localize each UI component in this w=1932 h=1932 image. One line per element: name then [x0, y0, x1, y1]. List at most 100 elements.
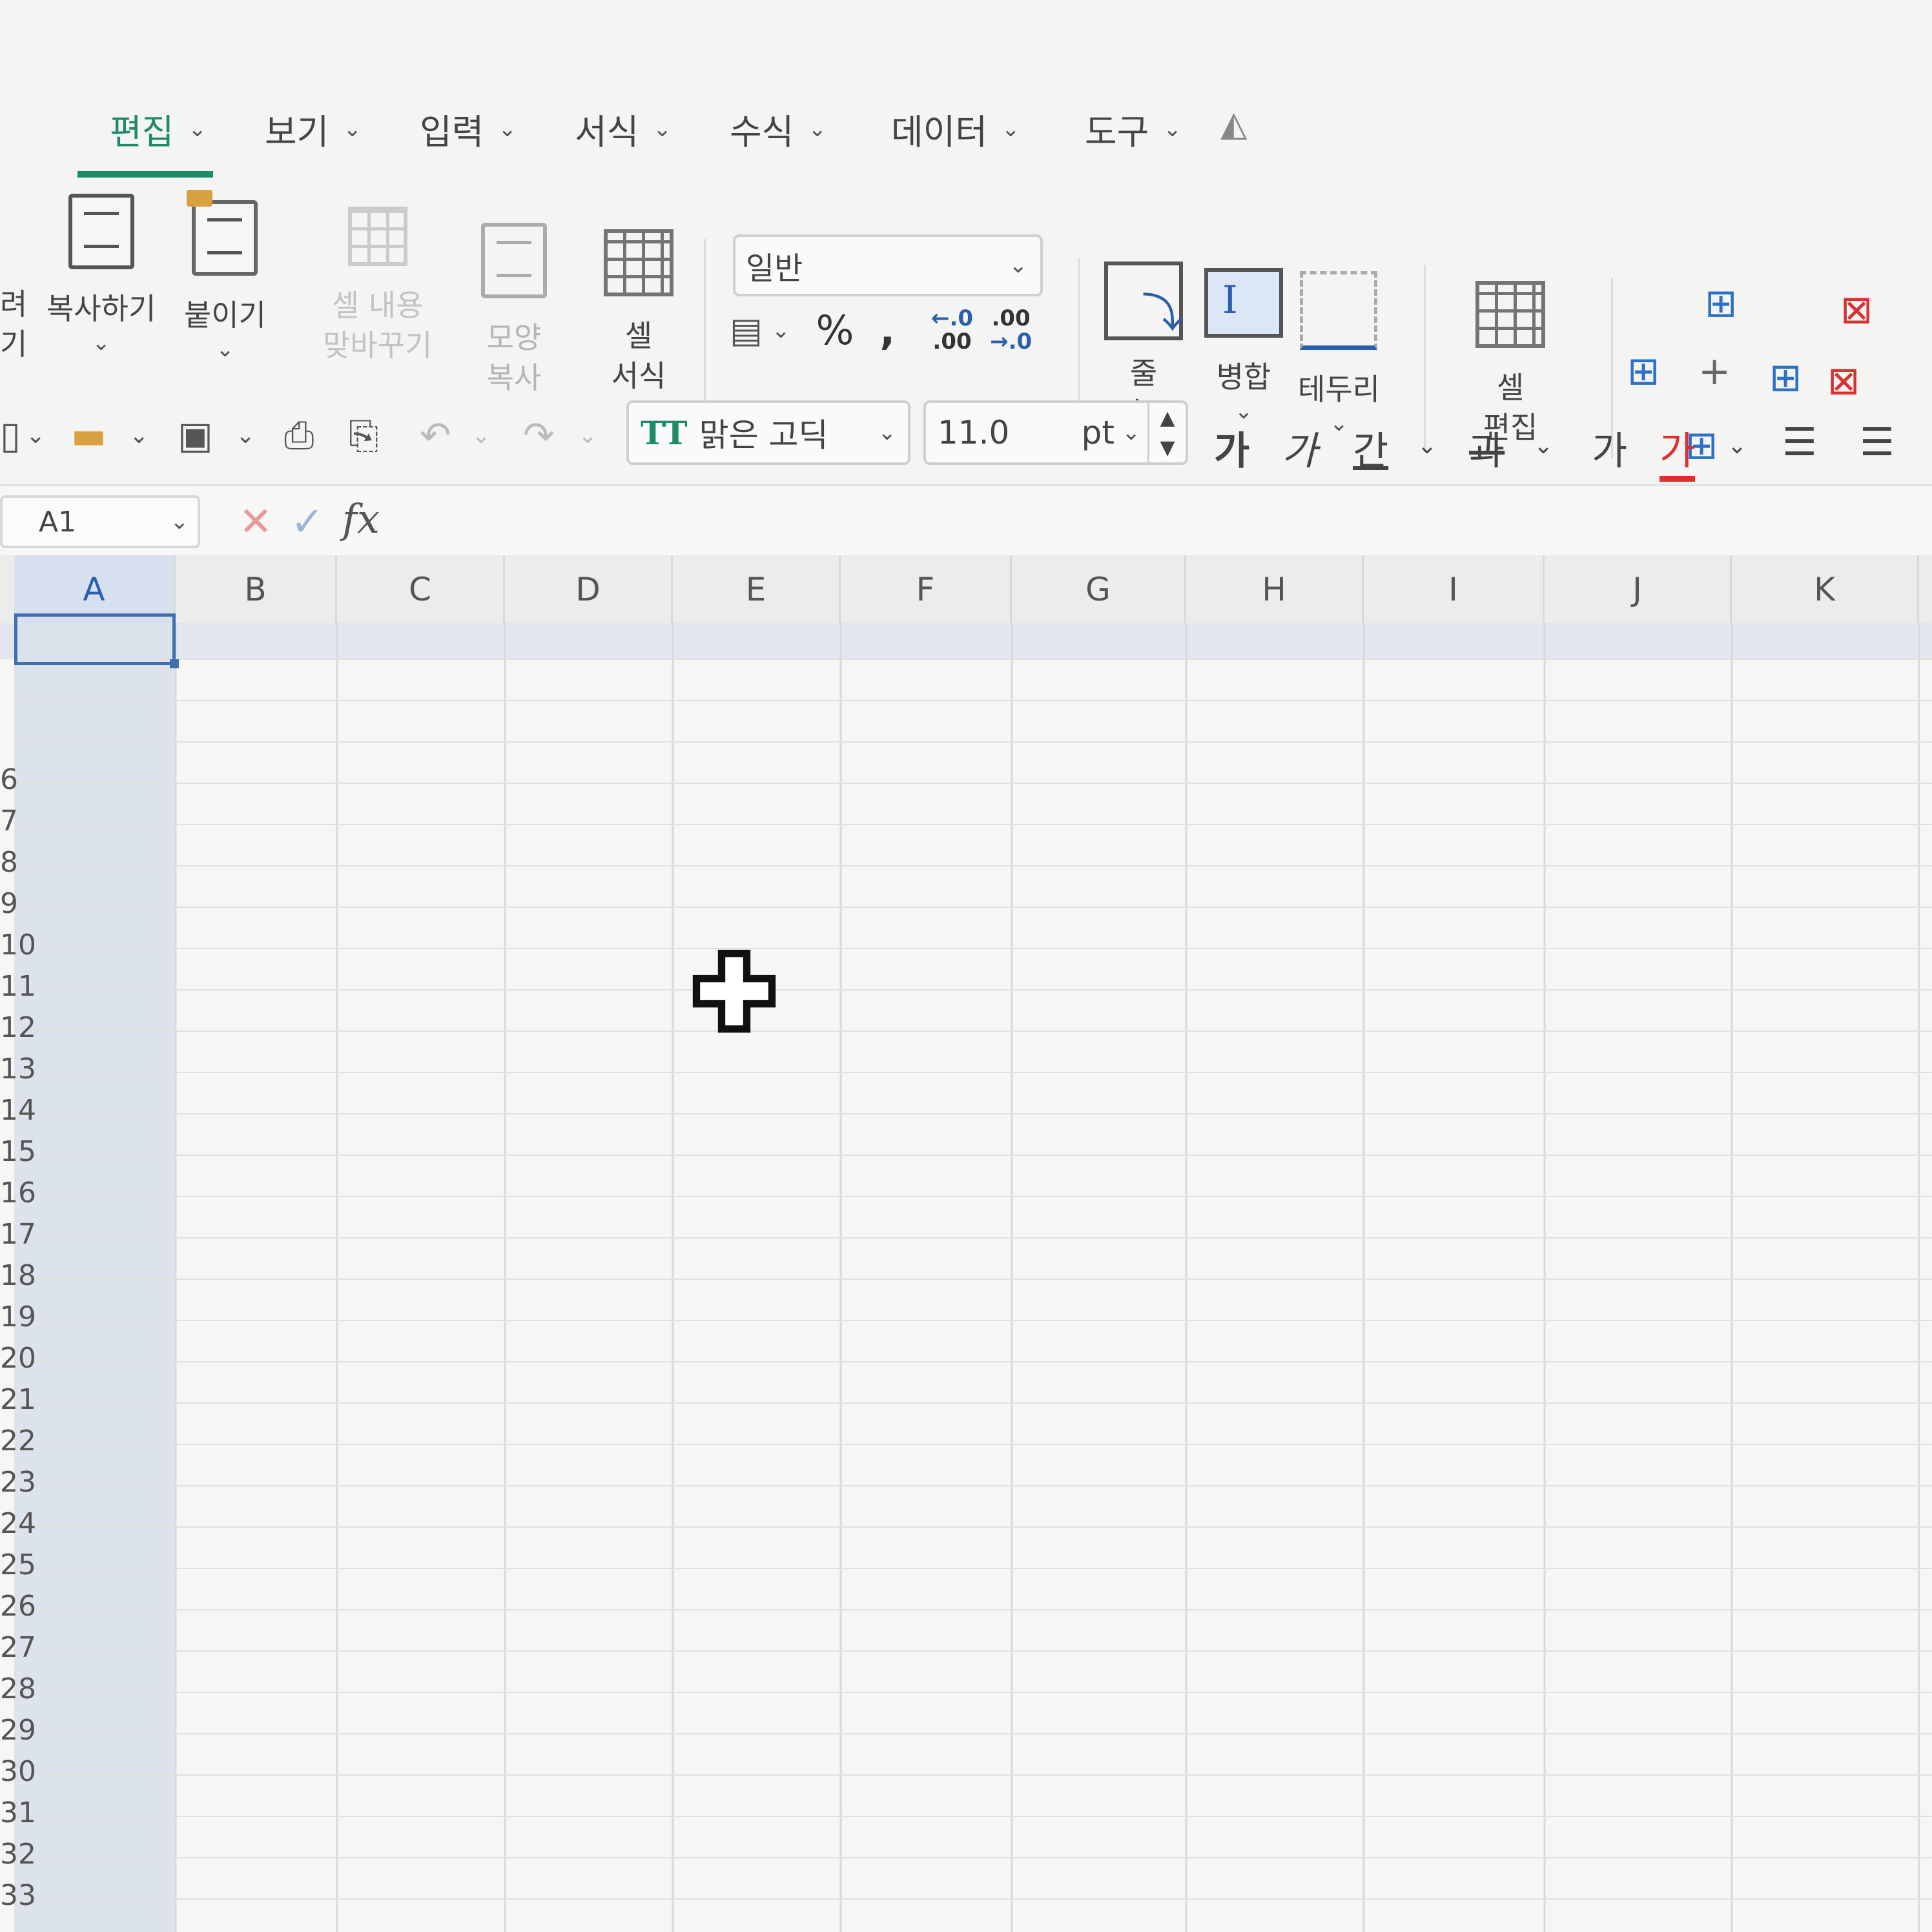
- row-header[interactable]: 26: [0, 1585, 58, 1627]
- align-center-icon[interactable]: ☰: [1860, 420, 1895, 465]
- row-header[interactable]: 15: [0, 1131, 58, 1172]
- redo-icon[interactable]: ↷: [523, 413, 555, 457]
- row-header[interactable]: 21: [0, 1379, 58, 1420]
- row-header[interactable]: 27: [0, 1627, 58, 1668]
- chevron-down-icon[interactable]: ⌄: [1727, 433, 1747, 459]
- row-header[interactable]: 25: [0, 1544, 58, 1585]
- row-header[interactable]: 13: [0, 1048, 58, 1089]
- chevron-down-icon[interactable]: ⌄: [236, 422, 255, 449]
- font-size-select[interactable]: 11.0 pt ⌄ ▲ ▼: [923, 400, 1188, 465]
- underline-button[interactable]: 간: [1353, 420, 1388, 476]
- font-name-select[interactable]: TT 맑은 고딕 ⌄: [626, 400, 910, 465]
- strikethrough-button[interactable]: 과: [1469, 420, 1505, 476]
- superscript-button[interactable]: 가: [1592, 420, 1627, 476]
- row-header[interactable]: 11: [0, 965, 58, 1007]
- increase-decimal-button[interactable]: ←.0.00: [931, 307, 973, 353]
- confirm-icon[interactable]: ✓: [291, 498, 324, 545]
- format-painter-button[interactable]: 모양 복사: [481, 223, 547, 398]
- column-header-e[interactable]: E: [673, 555, 841, 623]
- row-header[interactable]: 33: [0, 1875, 58, 1916]
- row-header[interactable]: 9: [0, 883, 58, 924]
- italic-button[interactable]: 가: [1282, 420, 1317, 476]
- row-header[interactable]: 12: [0, 1007, 58, 1048]
- row-header[interactable]: 23: [0, 1461, 58, 1503]
- swap-cells-button[interactable]: 셀 내용 맞바꾸기: [323, 207, 432, 365]
- insert-column-left-icon[interactable]: ⊞: [1627, 349, 1660, 394]
- row-header[interactable]: 19: [0, 1296, 58, 1337]
- tab-tools[interactable]: 도구 ⌄: [1085, 103, 1182, 154]
- comma-button[interactable]: ,: [879, 307, 895, 354]
- column-header-i[interactable]: I: [1364, 555, 1545, 623]
- insert-icon[interactable]: +: [1698, 349, 1731, 394]
- row-header[interactable]: 24: [0, 1503, 58, 1544]
- row-header[interactable]: 17: [0, 1213, 58, 1255]
- delete-column-icon[interactable]: ⊠: [1827, 358, 1860, 404]
- chevron-down-icon[interactable]: ▼: [1160, 437, 1175, 459]
- copy-button[interactable]: 복사하기 ⌄: [46, 194, 156, 358]
- function-icon[interactable]: fx: [342, 495, 380, 542]
- row-header[interactable]: 6: [0, 759, 58, 800]
- row-header[interactable]: 29: [0, 1709, 58, 1751]
- row-header[interactable]: 10: [0, 924, 58, 965]
- selected-cell-a1[interactable]: [14, 613, 179, 668]
- chevron-up-icon[interactable]: ▲: [1160, 407, 1175, 429]
- paste-button[interactable]: 붙이기 ⌄: [184, 190, 266, 365]
- save-icon[interactable]: ▣: [178, 413, 213, 457]
- chevron-down-icon[interactable]: ⌄: [129, 422, 149, 449]
- undo-icon[interactable]: ↶: [420, 413, 451, 457]
- row-header[interactable]: 8: [0, 841, 58, 883]
- row-header[interactable]: 7: [0, 800, 58, 841]
- chevron-down-icon[interactable]: ⌄: [26, 422, 45, 449]
- open-folder-icon[interactable]: ▬: [71, 413, 107, 457]
- row-header[interactable]: 14: [0, 1089, 58, 1131]
- row-header[interactable]: 20: [0, 1337, 58, 1379]
- formula-input[interactable]: [400, 495, 1932, 548]
- font-color-button[interactable]: 가: [1660, 420, 1696, 482]
- delete-row-icon[interactable]: ⊠: [1840, 287, 1873, 333]
- tab-view[interactable]: 보기 ⌄: [265, 103, 362, 154]
- row-header[interactable]: 31: [0, 1792, 58, 1833]
- bold-button[interactable]: 가: [1214, 420, 1249, 476]
- shapes-icon[interactable]: ◭: [1220, 103, 1248, 144]
- tab-format[interactable]: 서식 ⌄: [575, 103, 672, 154]
- tab-insert[interactable]: 입력 ⌄: [420, 103, 517, 154]
- font-size-stepper[interactable]: ▲ ▼: [1147, 403, 1186, 462]
- column-header-c[interactable]: C: [337, 555, 505, 623]
- tab-data[interactable]: 데이터 ⌄: [891, 103, 1020, 154]
- row-header[interactable]: 16: [0, 1172, 58, 1213]
- chevron-down-icon[interactable]: ⌄: [471, 422, 491, 449]
- column-header-d[interactable]: D: [505, 555, 673, 623]
- cell-format-button[interactable]: 셀 서식: [604, 229, 673, 396]
- decrease-decimal-button[interactable]: .00 →.0: [990, 307, 1032, 353]
- column-header-g[interactable]: G: [1012, 555, 1186, 623]
- print-icon[interactable]: ⎙: [284, 413, 314, 458]
- sheet-grid[interactable]: ABCDEFGHIJK 6 7 8 9 10 11 12 13 14 15 16 17 18 19 20 21…: [0, 555, 1932, 1932]
- column-header-k[interactable]: K: [1732, 555, 1919, 623]
- print-preview-icon[interactable]: ⎘: [349, 413, 378, 458]
- insert-row-above-icon[interactable]: ⊞: [1705, 281, 1737, 326]
- chevron-down-icon: ⌄: [343, 116, 362, 142]
- tab-edit[interactable]: 편집 ⌄: [77, 103, 213, 178]
- chevron-down-icon[interactable]: ⌄: [1534, 433, 1553, 459]
- column-header-h[interactable]: H: [1186, 555, 1364, 623]
- column-header-f[interactable]: F: [841, 555, 1012, 623]
- number-format-select[interactable]: 일반 ⌄: [733, 234, 1043, 296]
- chevron-down-icon[interactable]: ⌄: [1417, 433, 1437, 459]
- ribbon-partial-button[interactable]: 려기: [0, 284, 27, 364]
- tab-formula[interactable]: 수식 ⌄: [730, 103, 827, 154]
- row-header[interactable]: 32: [0, 1833, 58, 1875]
- name-box[interactable]: A1 ⌄: [0, 495, 200, 548]
- align-left-icon[interactable]: ☰: [1782, 420, 1817, 465]
- new-file-icon[interactable]: ▯: [0, 413, 21, 457]
- insert-column-right-icon[interactable]: ⊞: [1769, 355, 1802, 400]
- row-header[interactable]: 22: [0, 1420, 58, 1461]
- percent-button[interactable]: %: [816, 307, 854, 354]
- row-header[interactable]: 18: [0, 1255, 58, 1296]
- row-header[interactable]: 30: [0, 1751, 58, 1792]
- cancel-icon[interactable]: ✕: [239, 498, 272, 545]
- row-header[interactable]: 28: [0, 1668, 58, 1709]
- column-header-b[interactable]: B: [176, 555, 337, 623]
- chevron-down-icon[interactable]: ⌄: [578, 422, 597, 449]
- currency-icon[interactable]: ▤: [730, 310, 763, 351]
- column-header-j[interactable]: J: [1545, 555, 1732, 623]
